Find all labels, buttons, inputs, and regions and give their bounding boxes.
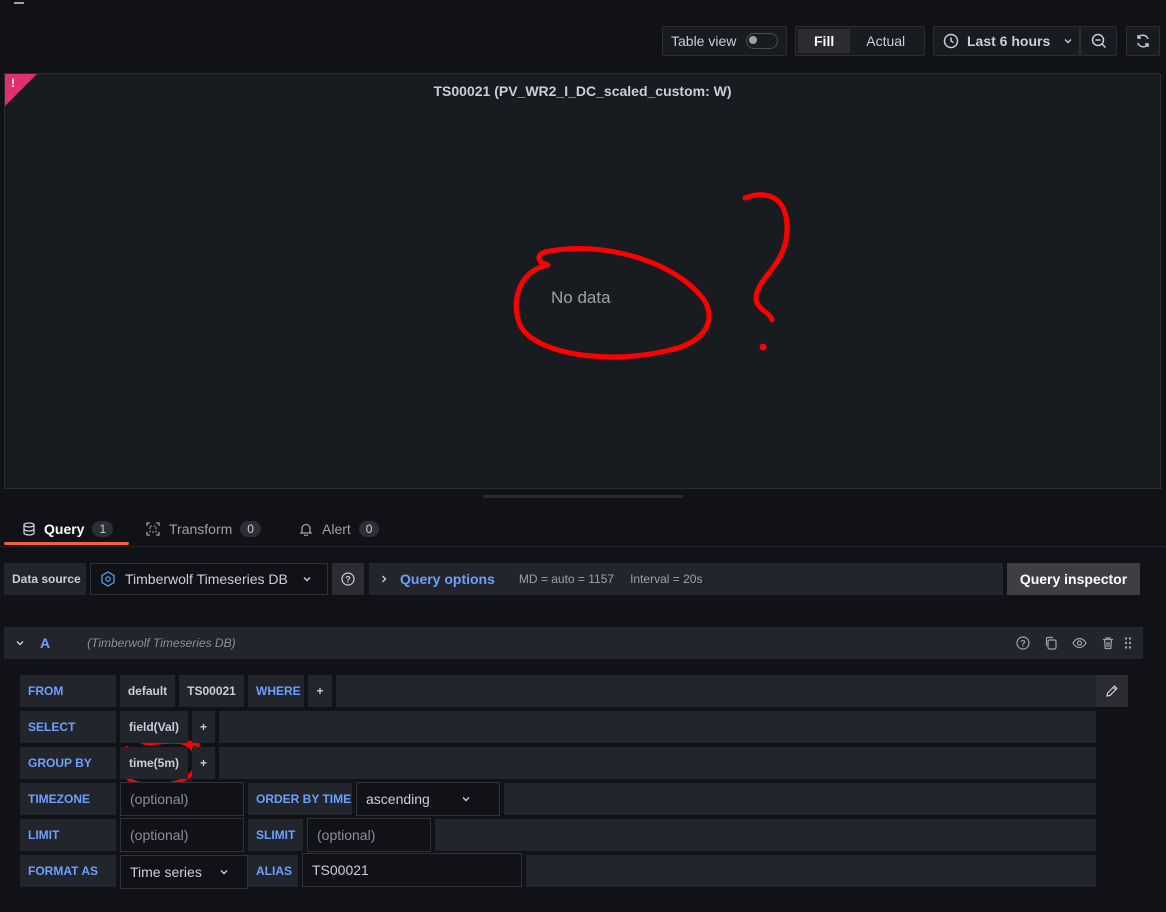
query-options-bar[interactable]: Query options MD = auto = 1157 Interval … <box>369 563 1003 595</box>
groupby-time-segment[interactable]: time(5m) <box>120 747 188 779</box>
format-as-select[interactable]: Time series <box>120 855 248 889</box>
annotation-question-mark <box>742 192 790 323</box>
alias-label: ALIAS <box>248 855 298 887</box>
query-row-header: A (Timberwolf Timeseries DB) ? <box>4 627 1143 659</box>
select-add-button[interactable]: + <box>192 711 215 743</box>
tab-alert[interactable]: Alert 0 <box>299 512 389 546</box>
pencil-icon <box>1106 685 1118 697</box>
chevron-down-icon <box>220 870 228 875</box>
data-source-picker[interactable]: Timberwolf Timeseries DB <box>90 563 328 595</box>
chevron-down-icon <box>462 797 470 802</box>
duplicate-query-icon[interactable] <box>1044 636 1058 650</box>
from-policy-segment[interactable]: default <box>120 675 175 707</box>
tab-transform-label: Transform <box>169 521 233 537</box>
md-info: MD = auto = 1157 <box>518 572 615 586</box>
chevron-right-icon <box>382 575 387 583</box>
svg-text:?: ? <box>345 574 351 584</box>
limit-row-filler <box>435 819 1096 851</box>
bell-icon <box>299 523 313 536</box>
drag-handle-icon[interactable] <box>1123 636 1133 650</box>
transform-icon <box>146 522 160 536</box>
svg-text:?: ? <box>1020 638 1026 648</box>
data-source-help-button[interactable]: ? <box>332 563 364 595</box>
database-icon <box>23 522 35 536</box>
alias-input[interactable]: TS00021 <box>302 853 522 887</box>
orderby-select[interactable]: ascending <box>356 782 500 816</box>
where-label: WHERE <box>248 675 304 707</box>
limit-input[interactable]: (optional) <box>120 818 244 852</box>
limit-label: LIMIT <box>20 819 116 851</box>
format-as-label: FORMAT AS <box>20 855 116 887</box>
interval-info: Interval = 20s <box>630 572 703 586</box>
select-label: SELECT <box>20 711 116 743</box>
tab-active-underline <box>4 542 129 545</box>
select-field-segment[interactable]: field(Val) <box>120 711 188 743</box>
tab-alert-label: Alert <box>322 521 351 537</box>
trash-icon[interactable] <box>1101 636 1115 650</box>
help-icon: ? <box>341 572 355 586</box>
panel-resize-handle[interactable] <box>483 495 683 498</box>
data-source-label: Data source <box>4 563 86 595</box>
tab-query-label: Query <box>44 521 85 537</box>
slimit-input[interactable]: (optional) <box>307 818 431 852</box>
query-ref-id[interactable]: A <box>40 635 50 651</box>
query-help-icon[interactable]: ? <box>1016 636 1030 650</box>
tab-query[interactable]: Query 1 <box>4 512 129 546</box>
annotation-question-dot <box>759 343 767 351</box>
annotation-circle-no-data <box>513 246 712 360</box>
datasource-logo-icon <box>101 571 115 587</box>
where-add-button[interactable]: + <box>308 675 332 707</box>
eye-icon[interactable] <box>1072 636 1087 650</box>
raw-query-edit-button[interactable] <box>1096 675 1128 707</box>
tab-transform[interactable]: Transform 0 <box>146 512 276 546</box>
query-inspector-button[interactable]: Query inspector <box>1007 563 1140 595</box>
timezone-label: TIMEZONE <box>20 783 116 815</box>
format-as-value: Time series <box>130 864 202 880</box>
tab-alert-count: 0 <box>358 521 380 537</box>
groupby-add-button[interactable]: + <box>192 747 215 779</box>
timezone-row-filler <box>504 783 1096 815</box>
query-options-label: Query options <box>400 571 495 587</box>
slimit-label: SLIMIT <box>248 819 303 851</box>
chevron-down-icon <box>303 577 311 582</box>
timezone-input[interactable]: (optional) <box>120 782 244 816</box>
tabs-divider <box>0 546 1166 547</box>
orderby-label: ORDER BY TIME <box>248 783 352 815</box>
from-measurement-segment[interactable]: TS00021 <box>179 675 244 707</box>
query-datasource-note: (Timberwolf Timeseries DB) <box>87 636 236 650</box>
orderby-value: ascending <box>366 791 430 807</box>
collapse-chevron-icon[interactable] <box>14 637 26 649</box>
from-row-filler <box>336 675 1096 707</box>
select-row-filler <box>219 711 1096 743</box>
format-row-filler <box>526 855 1096 887</box>
groupby-label: GROUP BY <box>20 747 116 779</box>
from-label: FROM <box>20 675 116 707</box>
tab-query-count: 1 <box>92 521 114 537</box>
groupby-row-filler <box>219 747 1096 779</box>
tab-transform-count: 0 <box>240 521 261 537</box>
data-source-value: Timberwolf Timeseries DB <box>125 571 288 587</box>
